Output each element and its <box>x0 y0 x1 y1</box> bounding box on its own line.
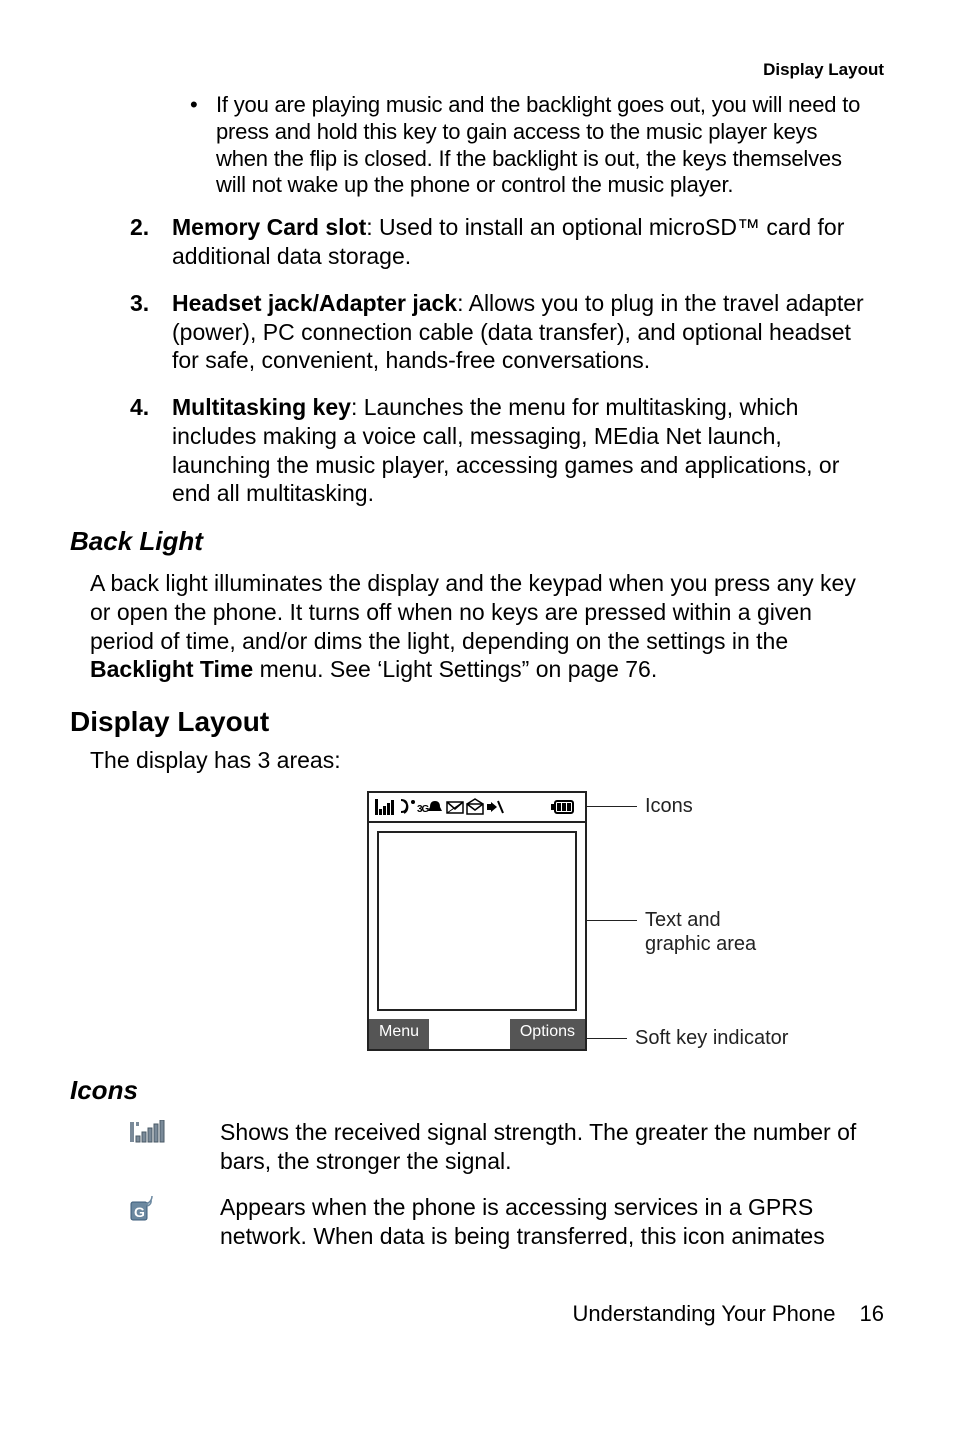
bullet-marker: • <box>190 92 216 199</box>
soft-key-right: Options <box>510 1019 585 1049</box>
label-soft-key: Soft key indicator <box>635 1027 788 1049</box>
text-graphic-area <box>377 831 577 1011</box>
item-text: Multitasking key: Launches the menu for … <box>172 393 874 508</box>
icons-table: Shows the received signal strength. The … <box>70 1118 884 1251</box>
soft-key-left: Menu <box>369 1019 429 1049</box>
running-header: Display Layout <box>70 60 884 80</box>
list-item-4: 4. Multitasking key: Launches the menu f… <box>130 393 874 508</box>
item-lead: Memory Card slot <box>172 214 366 240</box>
footer-section: Understanding Your Phone <box>573 1301 836 1326</box>
icon-bar: 3G <box>369 793 585 823</box>
svg-text:G: G <box>134 1204 145 1220</box>
paragraph-display: The display has 3 areas: <box>90 746 874 775</box>
page-number: 16 <box>860 1301 884 1326</box>
signal-strength-icon <box>130 1118 220 1176</box>
icon-row-signal: Shows the received signal strength. The … <box>130 1118 874 1176</box>
para-part-a: A back light illuminates the display and… <box>90 570 856 654</box>
sub-bullet-block: • If you are playing music and the backl… <box>190 92 874 199</box>
list-item-2: 2. Memory Card slot: Used to install an … <box>130 213 874 271</box>
item-number: 2. <box>130 213 172 271</box>
soft-key-bar: Menu Options <box>369 1019 585 1049</box>
heading-icons: Icons <box>70 1075 884 1106</box>
signal-description: Shows the received signal strength. The … <box>220 1118 874 1176</box>
bullet-text: If you are playing music and the backlig… <box>216 92 874 199</box>
numbered-list: 2. Memory Card slot: Used to install an … <box>130 213 874 508</box>
bullet-item: • If you are playing music and the backl… <box>190 92 874 199</box>
item-number: 4. <box>130 393 172 508</box>
page: Display Layout • If you are playing musi… <box>0 0 954 1387</box>
para-part-b: menu. See ‘Light Settings” on page 76. <box>253 656 657 682</box>
status-icons-illustration: 3G <box>375 797 575 817</box>
item-text: Memory Card slot: Used to install an opt… <box>172 213 874 271</box>
list-item-3: 3. Headset jack/Adapter jack: Allows you… <box>130 289 874 375</box>
phone-screen-outline: 3G <box>367 791 587 1051</box>
svg-text:3G: 3G <box>417 804 430 815</box>
para-bold: Backlight Time <box>90 656 253 682</box>
item-text: Headset jack/Adapter jack: Allows you to… <box>172 289 874 375</box>
item-number: 3. <box>130 289 172 375</box>
gprs-description: Appears when the phone is accessing serv… <box>220 1193 874 1251</box>
label-icons: Icons <box>645 795 693 817</box>
heading-display-layout: Display Layout <box>70 706 884 738</box>
paragraph-backlight: A back light illuminates the display and… <box>90 569 874 684</box>
icon-row-gprs: G Appears when the phone is accessing se… <box>130 1193 874 1251</box>
label-text-area-1: Text and <box>645 909 721 931</box>
item-lead: Headset jack/Adapter jack <box>172 290 457 316</box>
display-diagram: 3G <box>70 791 884 1051</box>
heading-back-light: Back Light <box>70 526 884 557</box>
page-footer: Understanding Your Phone 16 <box>70 1301 884 1327</box>
gprs-icon: G <box>130 1193 220 1251</box>
label-text-area-2: graphic area <box>645 933 756 955</box>
item-lead: Multitasking key <box>172 394 351 420</box>
